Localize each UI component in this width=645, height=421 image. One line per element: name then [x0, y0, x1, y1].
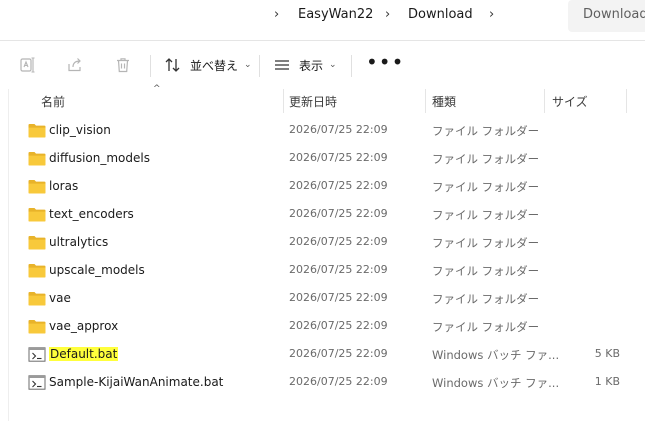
file-row[interactable]: clip_vision 2026/07/25 22:09 ファイル フォルダー	[18, 117, 628, 145]
file-name: Default.bat	[49, 347, 119, 361]
file-name: vae	[49, 291, 71, 305]
file-row[interactable]: vae_approx 2026/07/25 22:09 ファイル フォルダー	[18, 313, 628, 341]
file-row[interactable]: Sample-KijaiWanAnimate.bat 2026/07/25 22:…	[18, 369, 628, 397]
file-type: ファイル フォルダー	[432, 292, 540, 306]
file-row[interactable]: text_encoders 2026/07/25 22:09 ファイル フォルダー	[18, 201, 628, 229]
pane-edge	[8, 89, 9, 421]
batch-file-icon	[28, 347, 46, 362]
chevron-right-icon[interactable]: ›	[274, 7, 279, 22]
column-header-date[interactable]: 更新日時	[289, 93, 337, 110]
breadcrumb-item-easywan22[interactable]: EasyWan22	[298, 7, 373, 22]
rename-icon[interactable]	[18, 55, 38, 75]
column-divider[interactable]	[626, 89, 627, 113]
file-modified-date: 2026/07/25 22:09	[289, 123, 388, 136]
file-type: Windows バッチ ファ...	[432, 376, 560, 390]
file-name: diffusion_models	[49, 151, 150, 165]
file-name: vae_approx	[49, 319, 119, 333]
file-row[interactable]: loras 2026/07/25 22:09 ファイル フォルダー	[18, 173, 628, 201]
file-type: ファイル フォルダー	[432, 236, 540, 250]
sort-button[interactable]: 並べ替え ⌄	[164, 52, 252, 78]
column-divider[interactable]	[544, 89, 545, 113]
view-icon	[273, 56, 291, 74]
address-bar[interactable]: › EasyWan22 › Download ›	[0, 0, 558, 32]
command-bar: 並べ替え ⌄ 表示 ⌄	[0, 41, 645, 89]
toolbar-separator	[351, 55, 352, 77]
file-type: ファイル フォルダー	[432, 208, 540, 222]
file-modified-date: 2026/07/25 22:09	[289, 207, 388, 220]
file-name: text_encoders	[49, 207, 134, 221]
file-modified-date: 2026/07/25 22:09	[289, 319, 388, 332]
file-row[interactable]: upscale_models 2026/07/25 22:09 ファイル フォルダー	[18, 257, 628, 285]
column-divider[interactable]	[425, 89, 426, 113]
batch-file-icon	[28, 375, 46, 390]
toolbar-separator	[259, 55, 260, 77]
folder-icon	[28, 179, 46, 194]
file-type: Windows バッチ ファ...	[432, 348, 560, 362]
file-modified-date: 2026/07/25 22:09	[289, 347, 388, 360]
search-placeholder: Download	[583, 7, 645, 22]
folder-icon	[28, 207, 46, 222]
sort-icon	[164, 56, 182, 74]
column-header-size[interactable]: サイズ	[552, 93, 588, 110]
chevron-down-icon: ⌄	[244, 60, 252, 70]
more-options-button[interactable]: •••	[366, 52, 404, 72]
column-divider[interactable]	[283, 89, 284, 113]
file-name: upscale_models	[49, 263, 145, 277]
sort-label: 並べ替え	[190, 58, 239, 73]
chevron-right-icon[interactable]: ›	[489, 7, 494, 22]
column-header-type[interactable]: 種類	[432, 93, 456, 110]
folder-icon	[28, 235, 46, 250]
column-header: 名前 更新日時 種類 サイズ	[0, 89, 645, 113]
file-row[interactable]: ultralytics 2026/07/25 22:09 ファイル フォルダー	[18, 229, 628, 257]
chevron-right-icon[interactable]: ›	[385, 7, 390, 22]
file-modified-date: 2026/07/25 22:09	[289, 235, 388, 248]
file-name: Sample-KijaiWanAnimate.bat	[49, 375, 224, 389]
toolbar-separator	[150, 55, 151, 77]
folder-icon	[28, 291, 46, 306]
file-name: loras	[49, 179, 79, 193]
share-icon[interactable]	[65, 55, 85, 75]
file-size: 5 KB	[594, 347, 620, 360]
chevron-down-icon: ⌄	[329, 60, 337, 70]
file-type: ファイル フォルダー	[432, 152, 540, 166]
file-row[interactable]: Default.bat 2026/07/25 22:09 Windows バッチ フ…	[18, 341, 628, 369]
file-row[interactable]: vae 2026/07/25 22:09 ファイル フォルダー	[18, 285, 628, 313]
file-name: clip_vision	[49, 123, 111, 137]
folder-icon	[28, 263, 46, 278]
file-modified-date: 2026/07/25 22:09	[289, 291, 388, 304]
folder-icon	[28, 319, 46, 334]
address-bar-row: › EasyWan22 › Download › Download	[0, 0, 645, 33]
file-type: ファイル フォルダー	[432, 320, 540, 334]
folder-icon	[28, 151, 46, 166]
file-name: ultralytics	[49, 235, 109, 249]
file-modified-date: 2026/07/25 22:09	[289, 375, 388, 388]
column-header-name[interactable]: 名前	[41, 93, 65, 110]
file-modified-date: 2026/07/25 22:09	[289, 179, 388, 192]
file-type: ファイル フォルダー	[432, 180, 540, 194]
view-button[interactable]: 表示 ⌄	[273, 52, 337, 78]
breadcrumb-item-download[interactable]: Download	[408, 7, 473, 22]
file-type: ファイル フォルダー	[432, 124, 540, 138]
delete-icon[interactable]	[113, 55, 133, 75]
file-modified-date: 2026/07/25 22:09	[289, 151, 388, 164]
folder-icon	[28, 123, 46, 138]
file-modified-date: 2026/07/25 22:09	[289, 263, 388, 276]
view-label: 表示	[299, 58, 324, 73]
file-type: ファイル フォルダー	[432, 264, 540, 278]
file-size: 1 KB	[594, 375, 620, 388]
file-row[interactable]: diffusion_models 2026/07/25 22:09 ファイル フォル…	[18, 145, 628, 173]
